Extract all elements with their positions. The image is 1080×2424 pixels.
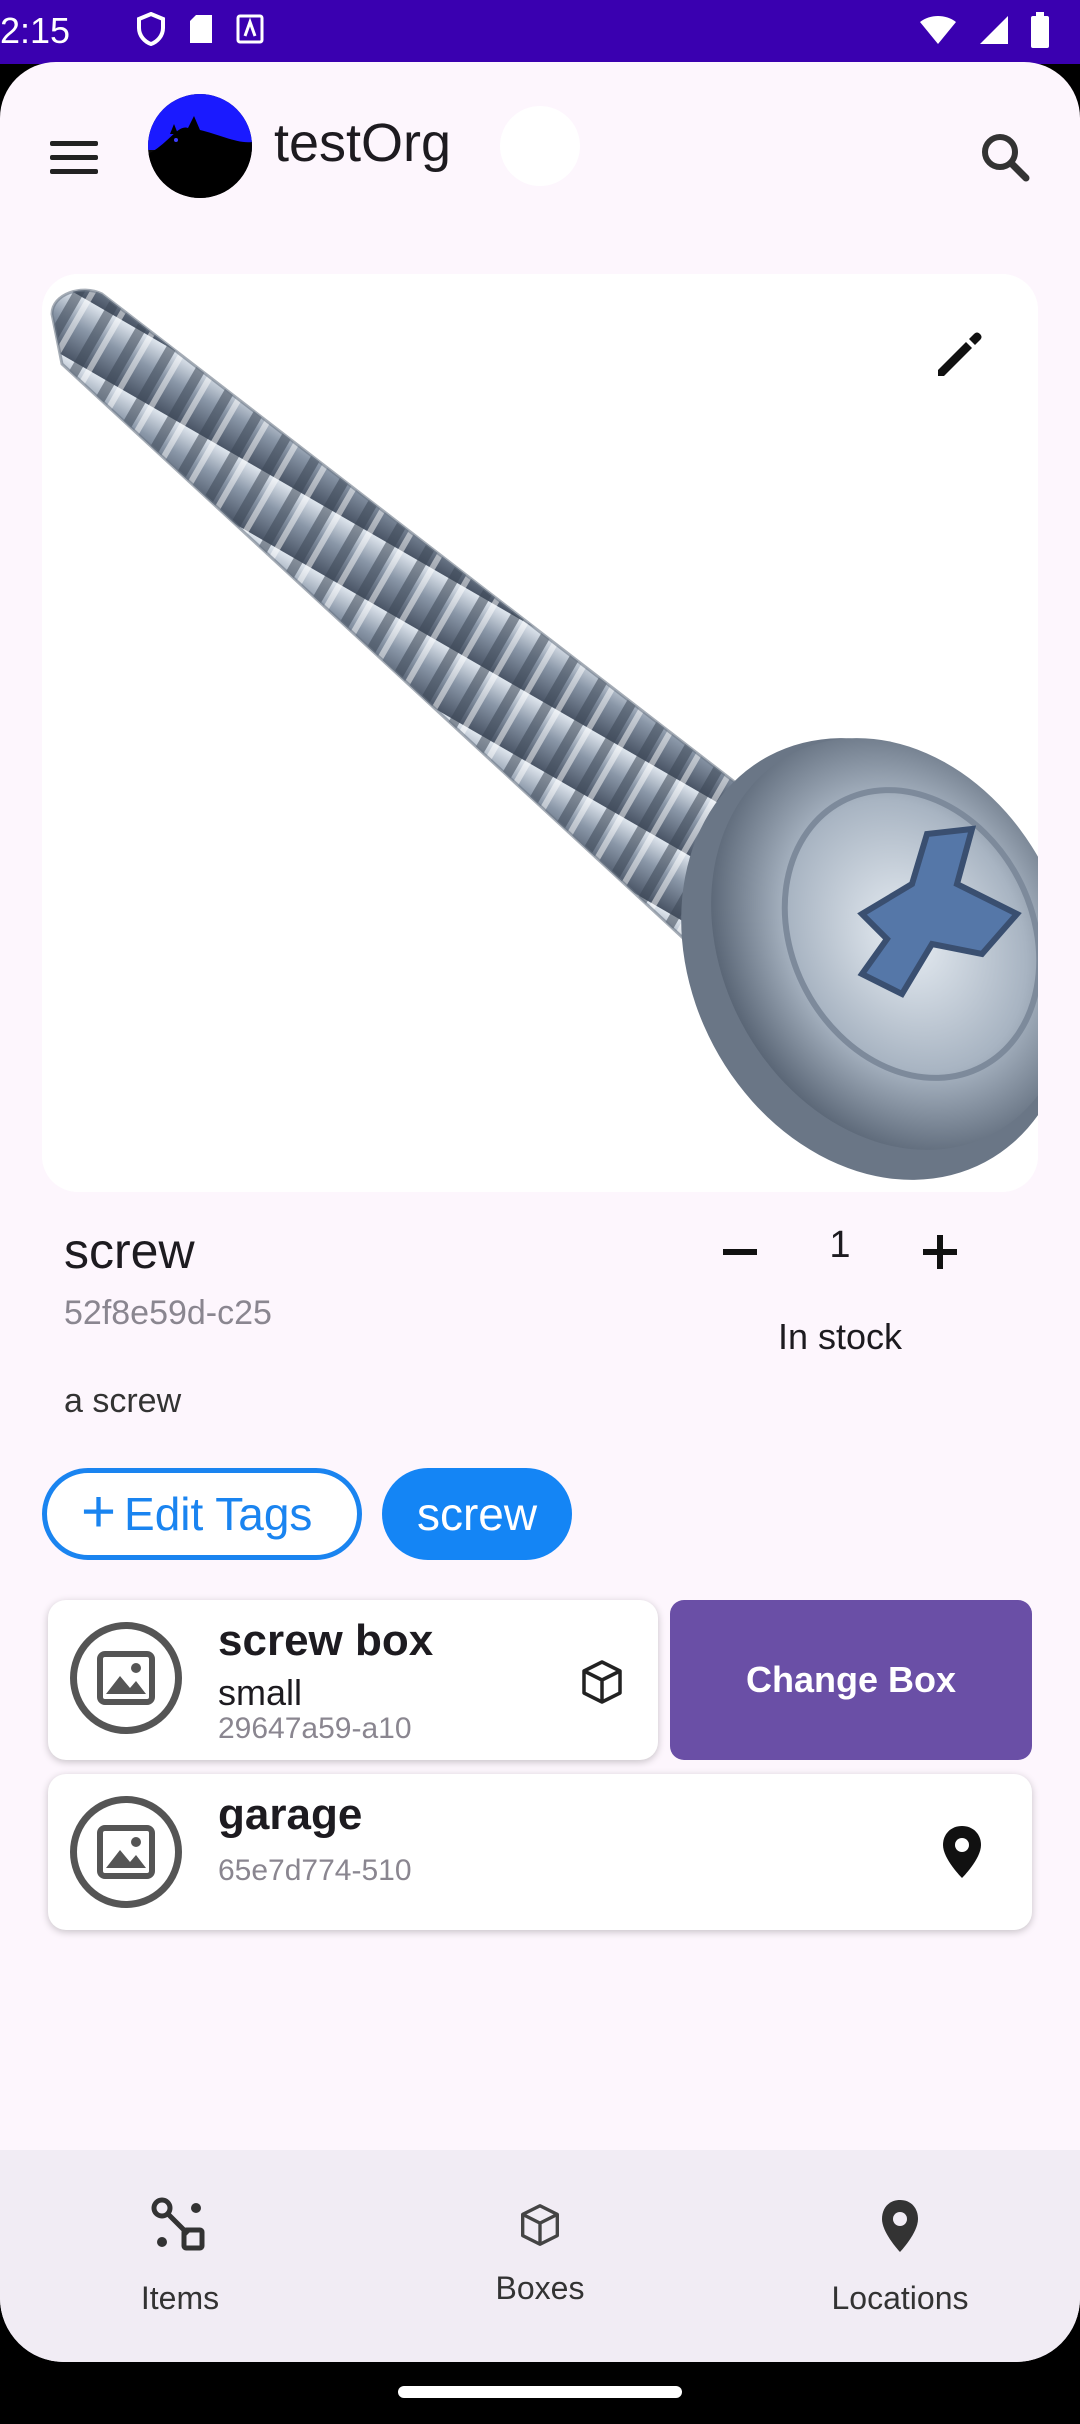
org-avatar[interactable] [148, 94, 252, 198]
sd-card-icon [190, 15, 212, 43]
nav-items-label: Items [140, 2280, 220, 2316]
item-photo [42, 274, 1038, 1192]
item-name: screw [64, 1223, 195, 1279]
app-bar: testOrg [0, 62, 1080, 232]
edit-tags-label: Edit Tags [124, 1488, 313, 1540]
quantity-stepper: 1 [690, 1212, 990, 1292]
menu-icon-bar [50, 168, 98, 174]
status-time: 2:15 [0, 10, 71, 51]
box-thumbnail [70, 1622, 182, 1734]
quantity-value: 1 [829, 1224, 851, 1266]
edit-tags-button[interactable]: + Edit Tags [42, 1468, 362, 1560]
item-description: a screw [64, 1382, 182, 1420]
status-icons-right [918, 12, 1050, 48]
change-box-button[interactable]: Change Box [670, 1600, 1032, 1760]
decrement-button[interactable] [710, 1222, 770, 1282]
box-size: small [218, 1672, 303, 1713]
plus-icon [923, 1235, 957, 1269]
bottom-navigation: Items Boxes Locations [0, 2150, 1080, 2362]
location-name: garage [218, 1790, 363, 1839]
battery-icon [1031, 12, 1049, 48]
items-icon [151, 2197, 205, 2251]
edit-item-button[interactable] [918, 314, 998, 394]
tag-chip[interactable]: screw [382, 1468, 572, 1560]
org-title: testOrg [274, 113, 452, 173]
search-button[interactable] [970, 122, 1040, 192]
stock-status: In stock [777, 1316, 903, 1357]
box-icon [576, 1656, 628, 1708]
menu-icon-bar [50, 154, 98, 160]
location-pin-icon [882, 2200, 918, 2252]
nav-locations-label: Locations [831, 2280, 969, 2316]
nav-items[interactable]: Items [0, 2150, 360, 2362]
location-pin-icon [932, 1822, 992, 1882]
location-thumbnail [70, 1796, 182, 1908]
location-id: 65e7d774-510 [218, 1854, 412, 1887]
box-card[interactable]: screw box small 29647a59-a10 [48, 1600, 658, 1760]
nav-boxes[interactable]: Boxes [360, 2150, 720, 2362]
wifi-icon [920, 16, 956, 44]
cat-logo-icon [148, 94, 252, 198]
plus-icon: + [81, 1478, 117, 1545]
nav-boxes-label: Boxes [495, 2270, 585, 2306]
box-name: screw box [218, 1616, 434, 1665]
increment-button[interactable] [910, 1222, 970, 1282]
image-placeholder-icon [97, 1651, 155, 1705]
box-id: 29647a59-a10 [218, 1712, 412, 1745]
shield-icon [137, 12, 165, 46]
app-screen: testOrg screw 52f8e59d-c25 a screw 1 In … [0, 62, 1080, 2362]
status-icons-left [136, 12, 264, 46]
signal-icon [980, 16, 1008, 44]
image-placeholder-icon [97, 1825, 155, 1879]
item-image-card[interactable] [42, 274, 1038, 1192]
pencil-icon [938, 332, 982, 376]
minus-icon [723, 1249, 757, 1255]
item-id: 52f8e59d-c25 [64, 1294, 272, 1332]
status-bar: 2:15 [0, 0, 1080, 64]
location-card[interactable]: garage 65e7d774-510 [48, 1774, 1032, 1930]
nav-locations[interactable]: Locations [720, 2150, 1080, 2362]
search-icon [982, 134, 1030, 182]
menu-button[interactable] [40, 122, 110, 192]
menu-icon [50, 140, 98, 146]
gesture-handle[interactable] [398, 2386, 682, 2398]
app-notification-icon [236, 14, 264, 44]
box-icon [521, 2204, 559, 2246]
